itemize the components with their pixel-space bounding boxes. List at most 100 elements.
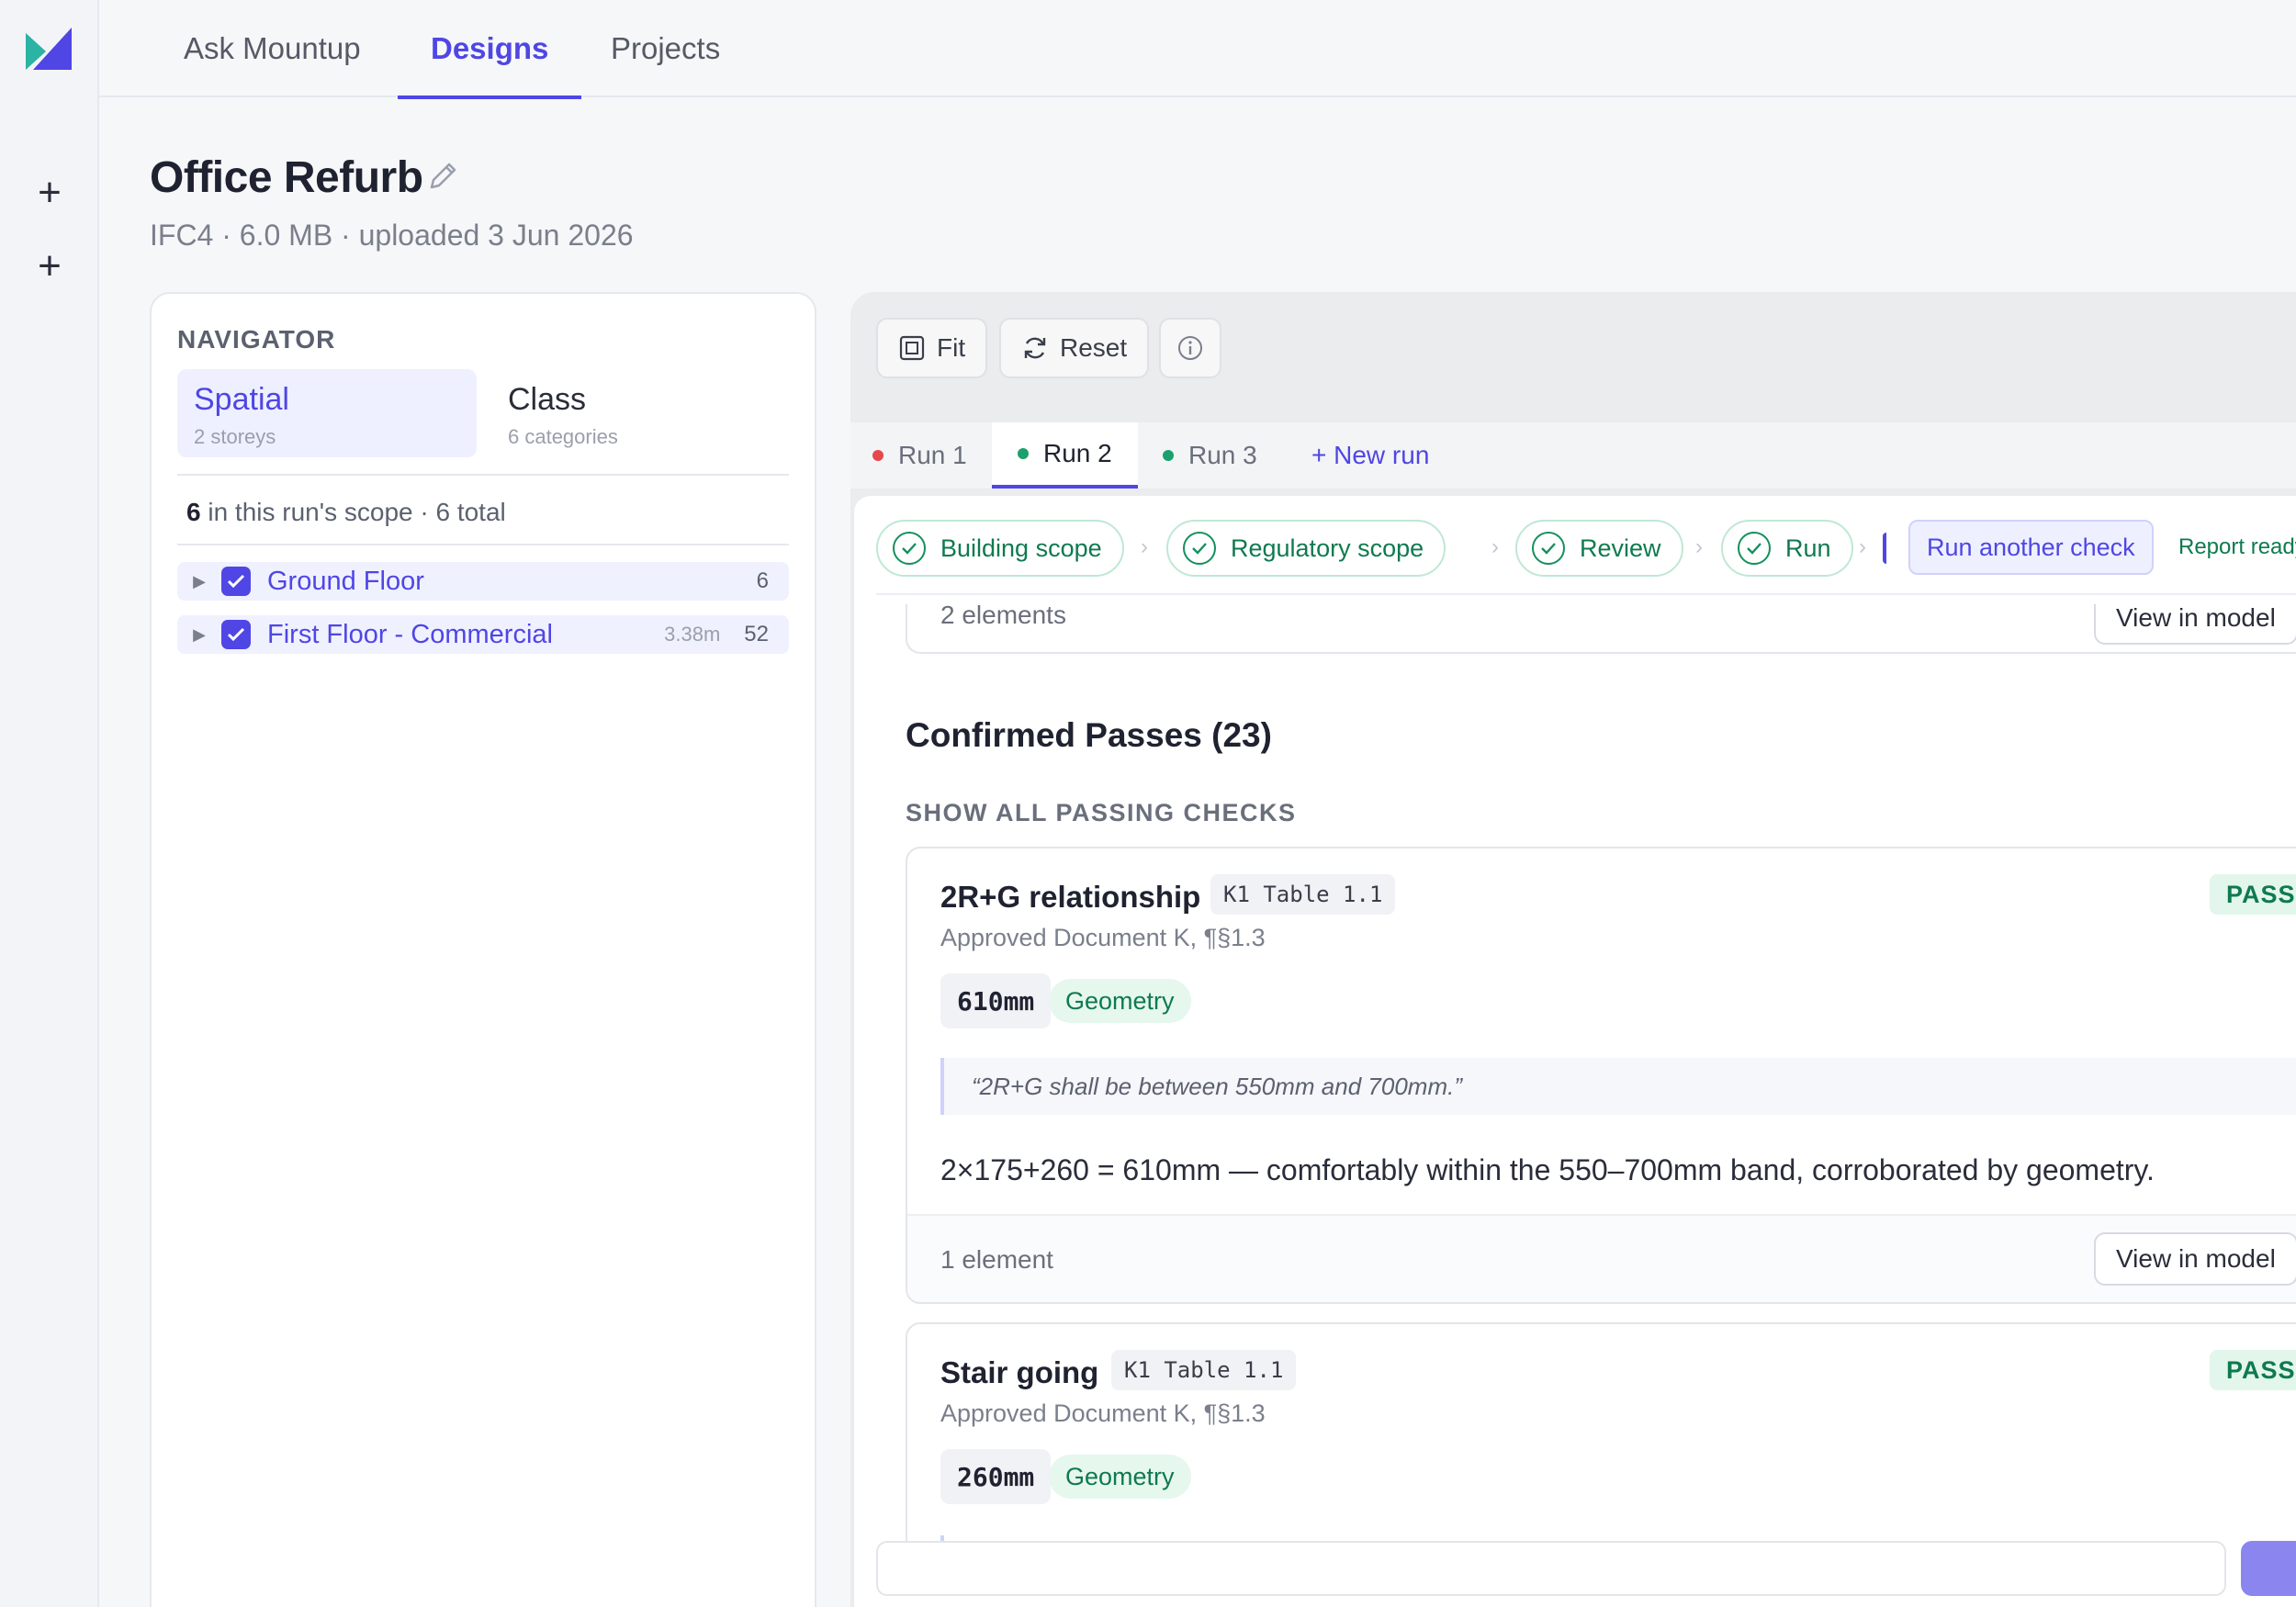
check-explanation: 2×175+260 = 610mm — comfortably within t… <box>940 1153 2155 1186</box>
regulation-quote: “2R+G shall be between 550mm and 700mm.” <box>940 1058 2296 1115</box>
check-card: Stair going K1 Table 1.1 PASS Approved D… <box>906 1322 2296 1574</box>
card-footer: 1 element View in model <box>907 1214 2296 1302</box>
fit-button[interactable]: Fit <box>876 318 988 378</box>
info-button[interactable] <box>1159 318 1221 378</box>
top-nav: Ask Mountup Designs Projects <box>99 0 2296 99</box>
fit-icon <box>899 335 925 361</box>
checkbox-checked-icon[interactable] <box>221 567 251 596</box>
step-label: Run <box>1785 534 1831 562</box>
show-all-passing-toggle[interactable]: SHOW ALL PASSING CHECKS <box>906 799 1297 827</box>
refresh-icon <box>1024 337 1046 359</box>
tree-item-label: First Floor - Commercial <box>267 619 553 649</box>
chevron-right-icon: › <box>1141 534 1148 559</box>
left-rail: + + <box>0 0 99 1607</box>
chat-input[interactable] <box>876 1541 2226 1596</box>
navigator-heading: NAVIGATOR <box>177 325 336 354</box>
step-bar: Building scope › Regulatory scope › Revi… <box>876 520 2296 577</box>
status-dot-icon <box>1163 450 1174 461</box>
report-ready-status: Report ready <box>2178 534 2296 559</box>
model-viewer: Fit Reset Run 1 Run 2 Run 3 + New run Bu… <box>850 292 2296 1607</box>
tree-item-meta: 3.38m <box>664 623 721 646</box>
segment-label: Spatial <box>194 382 289 417</box>
run-tab-label: Run 3 <box>1188 441 1257 469</box>
check-reference: Approved Document K, ¶§1.3 <box>940 1399 1266 1427</box>
navigator-panel: NAVIGATOR Spatial 2 storeys Class 6 cate… <box>150 292 816 1607</box>
section-title: Confirmed Passes (23) <box>906 716 1272 754</box>
run-tab-3[interactable]: Run 3 <box>1163 422 1257 489</box>
pencil-icon[interactable] <box>424 158 461 195</box>
info-icon <box>1178 336 1202 360</box>
tab-projects[interactable]: Projects <box>611 0 720 97</box>
report-panel: Building scope › Regulatory scope › Revi… <box>854 496 2296 1607</box>
caret-right-icon[interactable]: ▶ <box>177 572 221 591</box>
step-progress-ring-icon <box>1883 533 1888 564</box>
check-title: Stair going <box>940 1355 1099 1389</box>
scope-rest: in this run's scope · 6 total <box>200 498 506 526</box>
status-badge: PASS <box>2210 1350 2296 1390</box>
tab-ask-mountup[interactable]: Ask Mountup <box>184 0 361 97</box>
segment-sub: 2 storeys <box>194 425 276 448</box>
view-in-model-button[interactable]: View in model <box>2094 1232 2296 1286</box>
status-badge: PASS <box>2210 874 2296 915</box>
clause-code: K1 Table 1.1 <box>1210 874 1396 915</box>
tree-item-label: Ground Floor <box>267 566 424 596</box>
tree-item-first-floor[interactable]: ▶ First Floor - Commercial 3.38m 52 <box>177 615 789 654</box>
step-building-scope[interactable]: Building scope <box>876 520 1124 577</box>
source-tag: Geometry <box>1049 979 1191 1023</box>
check-circle-icon <box>1532 532 1565 565</box>
app-logo-icon[interactable] <box>26 28 72 70</box>
reset-label: Reset <box>1060 333 1128 362</box>
chevron-right-icon: › <box>1491 534 1499 559</box>
check-card: 2R+G relationship K1 Table 1.1 PASS Appr… <box>906 847 2296 1304</box>
element-count: 2 elements <box>940 604 1066 629</box>
divider <box>876 593 2296 595</box>
new-run-button[interactable]: + New run <box>1311 422 1429 489</box>
run-tabs: Run 1 Run 2 Run 3 + New run <box>850 422 2296 489</box>
page-title: Office Refurb <box>150 153 423 202</box>
status-dot-icon <box>1018 448 1029 459</box>
divider <box>177 544 789 545</box>
send-button[interactable] <box>2241 1541 2296 1596</box>
element-count: 1 element <box>940 1245 1053 1274</box>
status-dot-icon <box>872 450 884 461</box>
results-scroll[interactable]: 2 elements View in model Confirmed Passe… <box>876 604 2296 1574</box>
plus-icon[interactable]: + <box>28 244 72 288</box>
segment-label: Class <box>508 382 587 417</box>
caret-right-icon[interactable]: ▶ <box>177 625 221 645</box>
run-tab-2[interactable]: Run 2 <box>992 422 1138 489</box>
step-label: Regulatory scope <box>1231 534 1424 562</box>
clause-code: K1 Table 1.1 <box>1111 1350 1297 1390</box>
step-run[interactable]: Run <box>1721 520 1853 577</box>
chevron-right-icon: › <box>1859 534 1866 559</box>
checkbox-checked-icon[interactable] <box>221 620 251 649</box>
source-tag: Geometry <box>1049 1455 1191 1499</box>
step-regulatory-scope[interactable]: Regulatory scope <box>1166 520 1446 577</box>
chevron-right-icon: › <box>1695 534 1703 559</box>
run-tab-label: Run 2 <box>1043 439 1112 467</box>
scope-count: 6 <box>186 498 201 526</box>
segment-spatial[interactable]: Spatial 2 storeys <box>177 369 477 457</box>
reset-button[interactable]: Reset <box>999 318 1150 378</box>
measured-value: 610mm <box>940 973 1052 1028</box>
tree-item-ground-floor[interactable]: ▶ Ground Floor 6 <box>177 562 789 601</box>
divider <box>177 474 789 476</box>
tab-designs[interactable]: Designs <box>397 0 582 99</box>
segment-sub: 6 categories <box>508 425 618 448</box>
run-another-check-button[interactable]: Run another check <box>1908 520 2154 575</box>
segment-class[interactable]: Class 6 categories <box>491 369 791 457</box>
check-reference: Approved Document K, ¶§1.3 <box>940 924 1266 951</box>
plus-icon[interactable]: + <box>28 171 72 215</box>
view-in-model-button[interactable]: View in model <box>2094 604 2296 645</box>
tree-item-count: 6 <box>756 568 769 593</box>
check-circle-icon <box>1738 532 1771 565</box>
check-circle-icon <box>1183 532 1216 565</box>
check-circle-icon <box>893 532 926 565</box>
run-tab-label: Run 1 <box>898 441 967 469</box>
tree-item-count: 52 <box>744 622 769 646</box>
result-card-prev: 2 elements View in model <box>906 604 2296 654</box>
run-tab-1[interactable]: Run 1 <box>872 422 967 489</box>
check-title: 2R+G relationship <box>940 880 1201 914</box>
step-label: Review <box>1580 534 1661 562</box>
step-review[interactable]: Review <box>1515 520 1683 577</box>
measured-value: 260mm <box>940 1449 1052 1504</box>
